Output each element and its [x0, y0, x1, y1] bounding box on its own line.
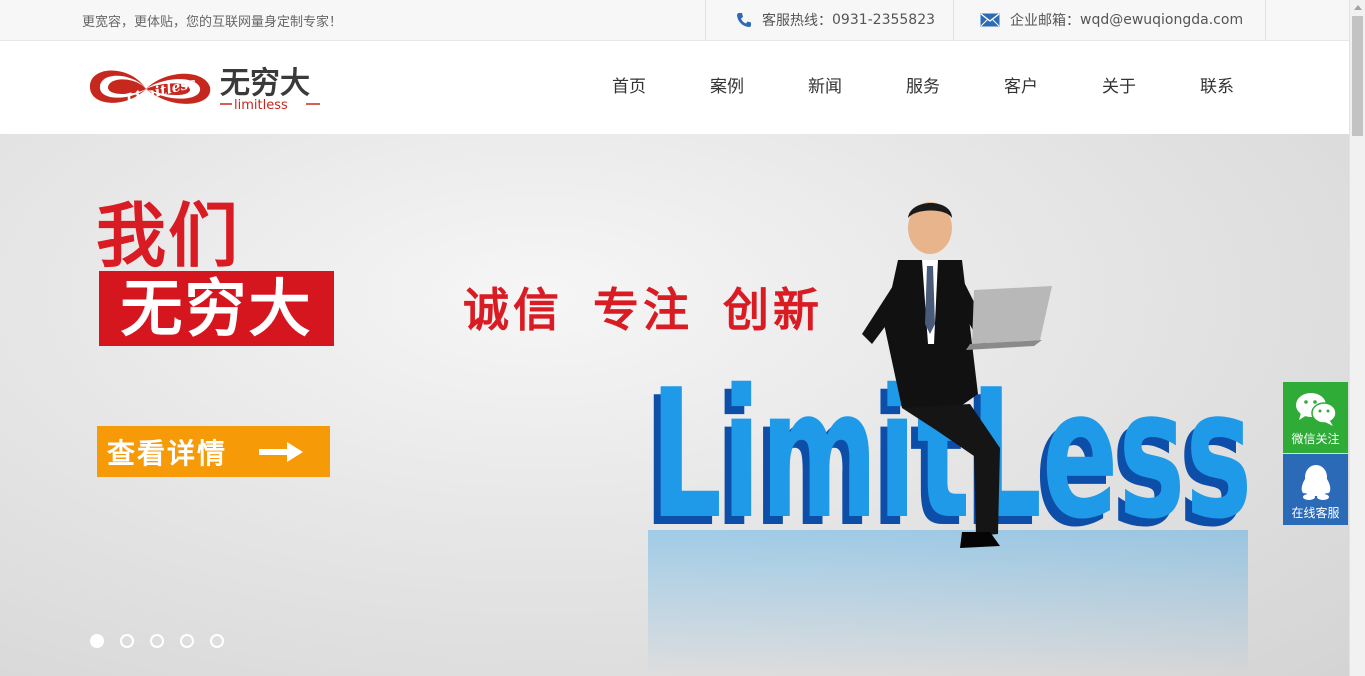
nav-contact[interactable]: 联系	[1168, 41, 1266, 134]
wechat-follow-button[interactable]: 微信关注	[1283, 382, 1348, 453]
banner-brand: 无穷大	[99, 271, 334, 346]
nav-home[interactable]: 首页	[580, 41, 678, 134]
hotline-number: 0931-2355823	[832, 12, 936, 28]
slide-dot-3[interactable]	[150, 634, 164, 648]
hotline-label: 客服热线：	[762, 13, 832, 29]
site-tagline: 更宽容，更体贴，您的互联网量身定制专家！	[82, 15, 343, 30]
banner-illustration: LimitLess LimitLess	[643, 202, 1252, 676]
scrollbar-thumb[interactable]	[1352, 16, 1363, 136]
online-service-button[interactable]: 在线客服	[1283, 454, 1348, 525]
online-service-label: 在线客服	[1291, 506, 1340, 520]
logo-cn-text: 无穷大	[220, 66, 310, 101]
scroll-up-arrow[interactable]	[1354, 5, 1362, 10]
nav-cases[interactable]: 案例	[678, 41, 776, 134]
wechat-label: 微信关注	[1291, 432, 1340, 446]
view-details-label: 查看详情	[107, 436, 228, 470]
top-info-bar: 更宽容，更体贴，您的互联网量身定制专家！ 客服热线： 0931-2355823 …	[0, 0, 1349, 41]
main-nav: 首页 案例 新闻 服务 客户 关于 联系	[580, 41, 1266, 134]
nav-services[interactable]: 服务	[874, 41, 972, 134]
nav-clients[interactable]: 客户	[972, 41, 1070, 134]
phone-icon	[737, 13, 751, 27]
logo-en-text: limitless	[234, 98, 288, 113]
nav-about[interactable]: 关于	[1070, 41, 1168, 134]
hero-banner: 我们 无穷大 诚信 专注 创新 查看详情 LimitLess LimitLess	[0, 134, 1349, 676]
envelope-icon	[980, 13, 1000, 27]
page-scrollbar[interactable]	[1349, 0, 1365, 676]
banner-headline: 我们	[96, 195, 240, 277]
email-label: 企业邮箱：	[1010, 13, 1080, 29]
site-header: Limitless 无穷大 limitless 首页 案例 新闻 服务 客户 关…	[0, 41, 1349, 134]
wechat-icon	[1295, 393, 1337, 426]
nav-news[interactable]: 新闻	[776, 41, 874, 134]
slide-dot-2[interactable]	[120, 634, 134, 648]
slide-dot-4[interactable]	[180, 634, 194, 648]
arrow-right-icon	[259, 441, 304, 462]
email-address[interactable]: wqd@ewuqiongda.com	[1080, 12, 1243, 28]
slider-pagination	[90, 634, 224, 648]
slide-dot-1[interactable]	[90, 634, 104, 648]
view-details-button[interactable]: 查看详情	[97, 426, 330, 477]
qq-penguin-icon	[1301, 465, 1330, 500]
company-email: 企业邮箱： wqd@ewuqiongda.com	[953, 0, 1266, 40]
hotline: 客服热线： 0931-2355823	[705, 0, 953, 40]
company-logo[interactable]: Limitless 无穷大 limitless	[86, 63, 326, 115]
slide-dot-5[interactable]	[210, 634, 224, 648]
